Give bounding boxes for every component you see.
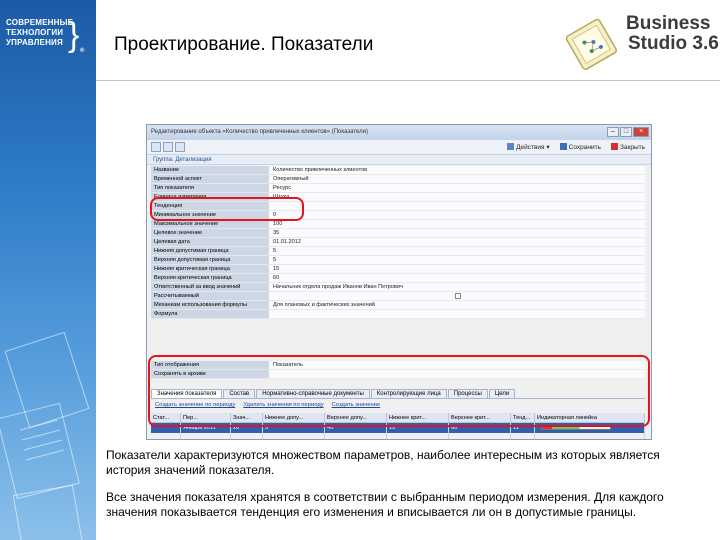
company-logo: СОВРЕМЕННЫЕ ТЕХНОЛОГИИ УПРАВЛЕНИЯ } ®: [6, 18, 92, 54]
actions-menu[interactable]: Действия ▾: [507, 143, 550, 151]
property-name: Целевое значение: [151, 229, 269, 238]
property-value[interactable]: [269, 202, 645, 211]
property-row[interactable]: Название Количество привлеченных клиентов: [151, 166, 645, 175]
property-value[interactable]: Ресурс: [269, 184, 645, 193]
property-name: Целевая дата: [151, 238, 269, 247]
save-label: Сохранить: [568, 144, 601, 151]
property-row[interactable]: Верхняя допустимая граница 5: [151, 256, 645, 265]
product-name-line1: Business: [626, 13, 711, 34]
property-value[interactable]: 60: [269, 274, 645, 283]
description-paragraph-1: Показатели характеризуются множеством па…: [106, 448, 660, 477]
maximize-icon[interactable]: □: [620, 127, 632, 137]
property-row[interactable]: Тип показателя Ресурс: [151, 184, 645, 193]
actions-icon: [507, 143, 515, 150]
close-button[interactable]: Закрыть: [610, 143, 645, 151]
table-cell: [511, 433, 535, 439]
save-icon: [559, 143, 567, 150]
property-value[interactable]: [269, 292, 645, 301]
window-title: Редактирование объекта «Количество привл…: [151, 129, 369, 135]
property-name: Временной аспект: [151, 175, 269, 184]
product-name: Business Studio 3.6: [626, 14, 719, 54]
property-row[interactable]: Рассчитываемый: [151, 292, 645, 301]
property-row[interactable]: Целевое значение 35: [151, 229, 645, 238]
close-icon[interactable]: ×: [633, 127, 649, 137]
property-value[interactable]: 100: [269, 220, 645, 229]
property-value[interactable]: Оперативный: [269, 175, 645, 184]
brace-icon: }: [68, 16, 80, 54]
property-value[interactable]: [269, 310, 645, 319]
property-name: Название: [151, 166, 269, 175]
property-name: Рассчитываемый: [151, 292, 269, 301]
window-title-bar: Редактирование объекта «Количество привл…: [147, 125, 651, 140]
indicator-gauge: [535, 433, 645, 439]
description-paragraph-2: Все значения показателя хранятся в соотв…: [106, 490, 664, 519]
property-name: Максимальное значение: [151, 220, 269, 229]
property-row[interactable]: Временной аспект Оперативный: [151, 175, 645, 184]
table-cell: [387, 433, 449, 439]
property-name: Верхняя критическая граница: [151, 274, 269, 283]
left-brand-band: СОВРЕМЕННЫЕ ТЕХНОЛОГИИ УПРАВЛЕНИЯ } ®: [0, 0, 96, 540]
minimize-icon[interactable]: –: [607, 127, 619, 137]
property-row[interactable]: Целевая дата 01.01.2012: [151, 238, 645, 247]
property-value[interactable]: Начальник отдела продаж Иванов Иван Петр…: [269, 283, 645, 292]
property-value[interactable]: 0: [269, 211, 645, 220]
property-name: Тип показателя: [151, 184, 269, 193]
group-title: Группа: Детализация: [147, 155, 651, 165]
table-row[interactable]: [151, 433, 645, 439]
link-icon[interactable]: [175, 142, 185, 152]
property-name: Нижняя допустимая граница: [151, 247, 269, 256]
page-title: Проектирование. Показатели: [114, 34, 374, 55]
property-value[interactable]: 5: [269, 256, 645, 265]
property-value[interactable]: 01.01.2012: [269, 238, 645, 247]
property-row[interactable]: Нижняя допустимая граница 5: [151, 247, 645, 256]
property-value[interactable]: Количество привлеченных клиентов: [269, 166, 645, 175]
property-value[interactable]: Штука: [269, 193, 645, 202]
header-divider: [96, 80, 720, 81]
product-name-line2: Studio 3.6: [628, 33, 719, 54]
highlight-values-section: [148, 355, 650, 427]
toolbar-icons: [151, 142, 185, 152]
property-name: Формула: [151, 310, 269, 319]
property-name: Ответственный за ввод значений: [151, 283, 269, 292]
toolbar-actions: Действия ▾ Сохранить Закрыть: [507, 143, 645, 151]
property-row[interactable]: Механизм использования формулы Для планов…: [151, 301, 645, 310]
table-cell: [181, 433, 231, 439]
property-name: Механизм использования формулы: [151, 301, 269, 310]
table-cell: [325, 433, 387, 439]
property-row[interactable]: Верхняя критическая граница 60: [151, 274, 645, 283]
property-value[interactable]: 5: [269, 247, 645, 256]
close-x-icon: [610, 143, 618, 150]
table-cell: [151, 433, 181, 439]
actions-label: Действия: [516, 144, 545, 151]
properties-grid: Название Количество привлеченных клиентов…: [151, 166, 645, 319]
property-value[interactable]: 35: [269, 229, 645, 238]
highlight-unit-of-measure: [150, 197, 304, 221]
property-row[interactable]: Максимальное значение 100: [151, 220, 645, 229]
property-value[interactable]: 15: [269, 265, 645, 274]
back-icon[interactable]: [151, 142, 161, 152]
property-name: Нижняя критическая граница: [151, 265, 269, 274]
table-cell: [449, 433, 511, 439]
save-button[interactable]: Сохранить: [559, 143, 601, 151]
papers-illustration-icon: [0, 331, 90, 540]
forward-icon[interactable]: [163, 142, 173, 152]
property-row[interactable]: Нижняя критическая граница 15: [151, 265, 645, 274]
table-cell: [263, 433, 325, 439]
window-controls: – □ ×: [607, 127, 649, 137]
property-row[interactable]: Ответственный за ввод значений Начальник …: [151, 283, 645, 292]
table-cell: [231, 433, 263, 439]
property-name: Верхняя допустимая граница: [151, 256, 269, 265]
property-row[interactable]: Формула: [151, 310, 645, 319]
close-label: Закрыть: [619, 144, 645, 151]
registered-mark: ®: [80, 48, 85, 54]
property-value[interactable]: Для плановых и фактических значений: [269, 301, 645, 310]
checkbox-icon[interactable]: [455, 293, 461, 299]
window-toolbar: Действия ▾ Сохранить Закрыть: [147, 140, 651, 155]
